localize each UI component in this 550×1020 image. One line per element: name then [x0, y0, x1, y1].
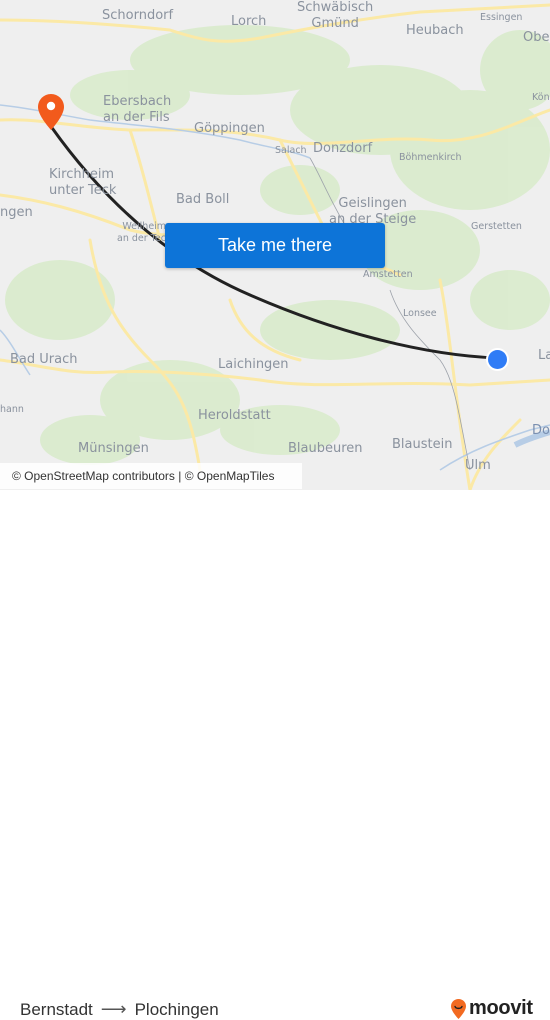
place-label: Lonsee — [403, 308, 437, 319]
destination-pin-marker[interactable] — [37, 93, 65, 135]
moovit-pin-icon — [451, 998, 466, 1019]
place-label: Weilheim an der Teck — [117, 221, 172, 244]
place-label: Ulm — [465, 458, 491, 473]
origin-location-marker[interactable] — [485, 347, 510, 376]
place-label: Bad Boll — [176, 192, 230, 207]
place-label: La — [538, 348, 550, 363]
place-label: Amstetten — [363, 269, 413, 280]
map[interactable]: Schorndorf Lorch Schwäbisch Gmünd Heubac… — [0, 0, 550, 490]
brand-name: moovit — [469, 997, 533, 1019]
place-label: Heubach — [406, 23, 464, 38]
place-label: Blaubeuren — [288, 441, 363, 456]
route-destination: Plochingen — [134, 999, 219, 1019]
place-label: Kirchheim unter Teck — [49, 167, 117, 198]
place-label: Laichingen — [218, 357, 289, 372]
place-label: Essingen — [480, 12, 523, 23]
place-label: Heroldstatt — [198, 408, 271, 423]
place-label: Bad Urach — [10, 352, 78, 367]
map-attribution[interactable]: © OpenStreetMap contributors | © OpenMap… — [0, 463, 302, 489]
place-label: Göppingen — [194, 121, 265, 136]
footer-bar: Bernstadt ⟶ Plochingen moovit — [0, 490, 550, 1019]
place-label: Gerstetten — [471, 221, 522, 232]
place-label: Böhmenkirch — [399, 152, 462, 163]
moovit-logo[interactable]: moovit — [450, 997, 533, 1020]
place-label: Donzdorf — [313, 141, 373, 156]
route-origin: Bernstadt — [20, 999, 93, 1019]
place-label: Schwäbisch Gmünd — [297, 0, 374, 31]
place-label: Ebersbach an der Fils — [103, 94, 172, 125]
place-label: Lorch — [231, 14, 267, 29]
place-label: Salach — [275, 145, 307, 156]
map-pin-icon — [38, 94, 64, 130]
current-location-dot-icon — [486, 348, 509, 371]
arrow-right-icon: ⟶ — [100, 999, 127, 1019]
place-label: Kön — [532, 92, 550, 103]
place-label: Ober — [523, 30, 550, 45]
route-title: Bernstadt ⟶ Plochingen — [20, 999, 219, 1020]
place-label: Blaustein — [392, 437, 453, 452]
place-label: Münsingen — [78, 441, 149, 456]
place-label: ngen — [0, 205, 33, 220]
place-label: Do — [532, 423, 550, 438]
place-label: Schorndorf — [102, 8, 174, 23]
place-label: hann — [0, 404, 24, 415]
take-me-there-button[interactable]: Take me there — [165, 223, 385, 268]
